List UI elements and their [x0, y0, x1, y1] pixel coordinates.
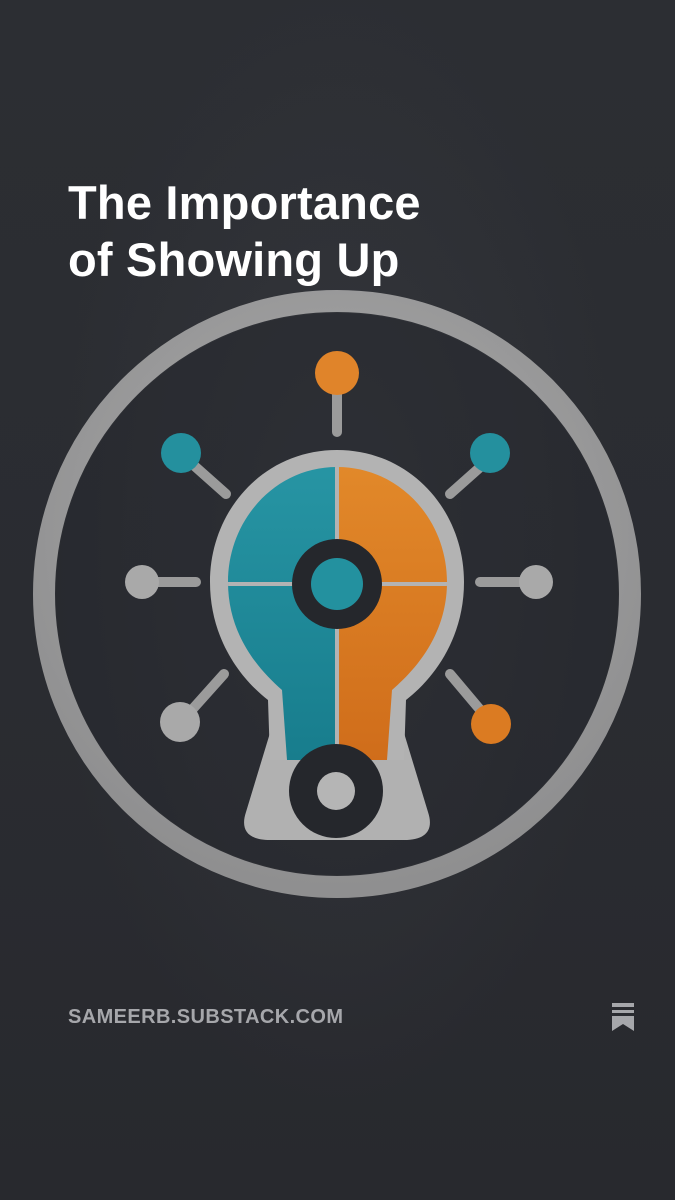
node-right-gray [519, 565, 553, 599]
cover-card: The Importance of Showing Up SAMEERB.SUB… [0, 0, 675, 1200]
node-upper-left-teal [161, 433, 201, 473]
node-upper-right-teal [470, 433, 510, 473]
publication-domain[interactable]: SAMEERB.SUBSTACK.COM [68, 1005, 343, 1029]
node-top-orange [315, 351, 359, 395]
bookmark-icon[interactable] [611, 1003, 635, 1031]
node-lower-right-orange [471, 704, 511, 744]
node-lower-left-gray [160, 702, 200, 742]
center-dot [311, 558, 363, 610]
node-left-gray [125, 565, 159, 599]
bottom-dot [317, 772, 355, 810]
